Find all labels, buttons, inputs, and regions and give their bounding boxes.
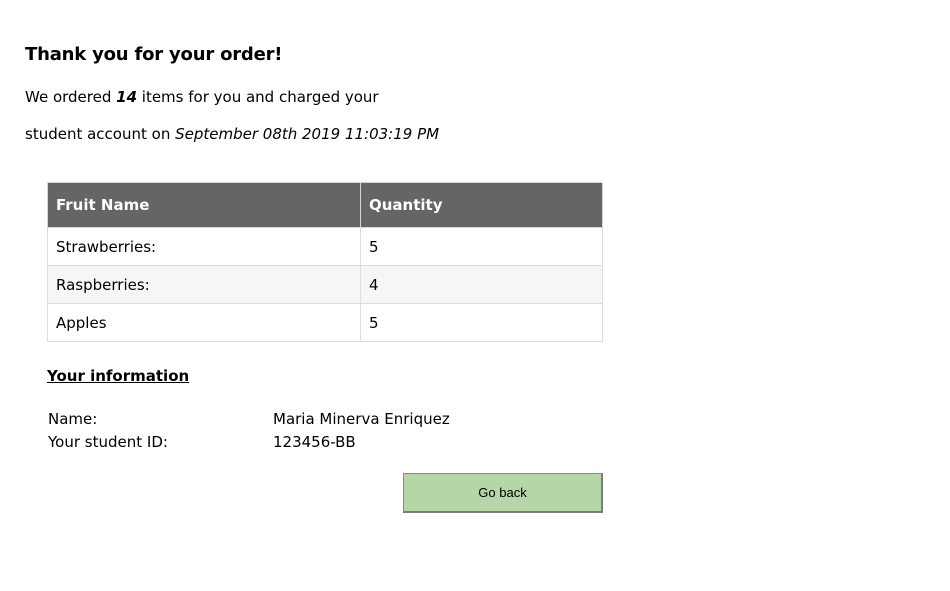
order-confirmation-page: Thank you for your order! We ordered 14 … bbox=[0, 0, 950, 591]
student-id-value: 123456-BB bbox=[273, 433, 356, 451]
table-row: Apples 5 bbox=[47, 303, 603, 342]
quantity-cell: 5 bbox=[360, 227, 603, 266]
name-value: Maria Minerva Enriquez bbox=[273, 410, 450, 428]
go-back-button[interactable]: Go back bbox=[403, 473, 603, 513]
summary-suffix: items for you and charged your bbox=[137, 88, 379, 106]
name-label: Name: bbox=[48, 410, 98, 428]
quantity-cell: 4 bbox=[360, 265, 603, 304]
table-row: Raspberries: 4 bbox=[47, 265, 603, 304]
student-id-label: Your student ID: bbox=[48, 433, 168, 451]
name-row: Name: Maria Minerva Enriquez bbox=[48, 410, 450, 428]
quantity-cell: 5 bbox=[360, 303, 603, 342]
order-datetime: September 08th 2019 11:03:19 PM bbox=[175, 125, 440, 143]
summary-prefix: We ordered bbox=[25, 88, 117, 106]
table-header-row: Fruit Name Quantity bbox=[47, 182, 603, 228]
student-id-row: Your student ID: 123456-BB bbox=[48, 433, 356, 451]
item-count: 14 bbox=[116, 88, 138, 106]
fruit-name-cell: Apples bbox=[47, 303, 361, 342]
quantity-header: Quantity bbox=[360, 182, 603, 228]
fruit-name-header: Fruit Name bbox=[47, 182, 361, 228]
your-information-heading: Your information bbox=[47, 367, 190, 385]
table-row: Strawberries: 5 bbox=[47, 227, 603, 266]
order-summary-line-1: We ordered 14 items for you and charged … bbox=[25, 88, 379, 106]
fruit-name-cell: Strawberries: bbox=[47, 227, 361, 266]
fruit-name-cell: Raspberries: bbox=[47, 265, 361, 304]
account-prefix: student account on bbox=[25, 125, 176, 143]
order-table: Fruit Name Quantity Strawberries: 5 Rasp… bbox=[47, 182, 603, 342]
order-summary-line-2: student account on September 08th 2019 1… bbox=[25, 125, 439, 143]
page-title: Thank you for your order! bbox=[25, 44, 283, 65]
